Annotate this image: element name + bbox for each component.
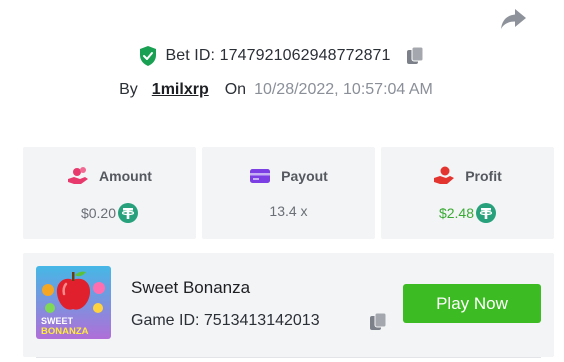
tether-icon: [118, 203, 139, 223]
amount-value: $0.20: [80, 205, 117, 221]
profit-value-row: $2.48: [381, 203, 554, 223]
profit-label: Profit: [465, 168, 502, 184]
by-label: By: [119, 81, 138, 98]
profit-value: $2.48: [438, 205, 475, 221]
payout-value: 13.4 x: [269, 203, 308, 219]
thumb-title-1: SWEET: [41, 316, 74, 326]
username-link[interactable]: 1milxrp: [152, 81, 209, 99]
tether-icon: [476, 203, 497, 223]
profit-header: Profit: [381, 166, 554, 186]
game-thumbnail[interactable]: SWEET BONANZA: [36, 266, 111, 339]
share-icon[interactable]: [498, 6, 528, 32]
amount-header: Amount: [23, 166, 196, 186]
game-card: SWEET BONANZA Sweet Bonanza Game ID: 751…: [23, 253, 554, 357]
amount-label: Amount: [99, 168, 152, 184]
copy-game-id-icon[interactable]: [368, 312, 388, 332]
bet-id-text: Bet ID: 1747921062948772871: [165, 47, 391, 64]
play-now-button[interactable]: Play Now: [403, 284, 541, 323]
thumb-title-2: BONANZA: [41, 326, 89, 337]
game-id-text: Game ID: 7513413142013: [131, 312, 320, 329]
payout-label: Payout: [281, 168, 328, 184]
coins-hand-icon: [68, 167, 89, 184]
divider: [36, 357, 541, 358]
bet-meta-row: By 1milxrp On 10/28/2022, 10:57:04 AM: [0, 78, 564, 102]
profit-hand-icon: [434, 166, 455, 184]
bet-timestamp: 10/28/2022, 10:57:04 AM: [254, 81, 433, 98]
profit-card: Profit $2.48: [381, 147, 554, 239]
bet-stats: Amount $0.20 Payout 13.4 x Profit $2.48: [23, 147, 554, 239]
payout-value-row: 13.4 x: [202, 203, 375, 219]
amount-card: Amount $0.20: [23, 147, 196, 239]
payout-header: Payout: [202, 166, 375, 186]
amount-value-row: $0.20: [23, 203, 196, 223]
game-title: Sweet Bonanza: [131, 278, 251, 297]
card-icon: [250, 169, 271, 183]
payout-card: Payout 13.4 x: [202, 147, 375, 239]
on-label: On: [224, 81, 247, 98]
copy-bet-id-icon[interactable]: [405, 46, 425, 66]
bet-id-row: Bet ID: 1747921062948772871: [0, 43, 564, 69]
verified-shield-icon: [140, 46, 157, 66]
